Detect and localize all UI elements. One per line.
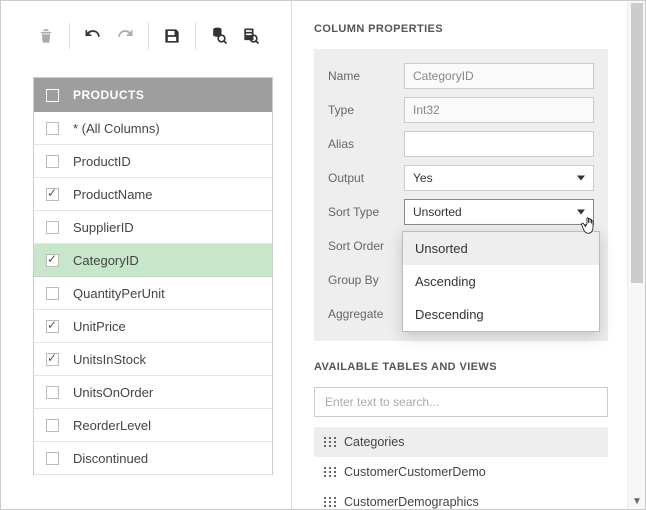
- columns-table: PRODUCTS * (All Columns) ProductID Product…: [33, 77, 273, 475]
- table-icon: [324, 437, 336, 447]
- sort-type-option[interactable]: Descending: [403, 298, 599, 331]
- select-all-checkbox[interactable]: [46, 89, 59, 102]
- column-label: ProductID: [73, 154, 131, 169]
- table-item[interactable]: Categories: [314, 427, 608, 457]
- column-row[interactable]: UnitsInStock: [34, 343, 272, 376]
- redo-button[interactable]: [112, 23, 138, 49]
- vertical-scrollbar[interactable]: ▼: [627, 1, 645, 509]
- column-properties-title: COLUMN PROPERTIES: [314, 23, 608, 35]
- scrollbar-thumb[interactable]: [631, 3, 643, 283]
- save-button[interactable]: [159, 23, 185, 49]
- prop-sort-type-label: Sort Type: [328, 205, 404, 219]
- prop-aggregate-label: Aggregate: [328, 307, 404, 321]
- separator: [148, 23, 149, 49]
- tables-search-input[interactable]: Enter text to search...: [314, 387, 608, 417]
- column-checkbox[interactable]: [46, 419, 59, 432]
- sort-type-option[interactable]: Unsorted: [403, 232, 599, 265]
- prop-sort-type-value: Unsorted: [413, 205, 462, 219]
- results-preview-button[interactable]: [238, 23, 264, 49]
- table-item[interactable]: CustomerCustomerDemo: [314, 457, 608, 487]
- chevron-down-icon: [577, 176, 585, 181]
- columns-header-label: PRODUCTS: [73, 88, 144, 102]
- column-row[interactable]: ProductName: [34, 178, 272, 211]
- separator: [195, 23, 196, 49]
- column-row[interactable]: ReorderLevel: [34, 409, 272, 442]
- column-label: UnitsInStock: [73, 352, 146, 367]
- column-checkbox[interactable]: [46, 386, 59, 399]
- column-row[interactable]: CategoryID: [34, 244, 272, 277]
- sort-type-option[interactable]: Ascending: [403, 265, 599, 298]
- column-checkbox[interactable]: [46, 287, 59, 300]
- column-label: CategoryID: [73, 253, 139, 268]
- column-row[interactable]: SupplierID: [34, 211, 272, 244]
- prop-alias-input[interactable]: [404, 131, 594, 157]
- table-label: CustomerCustomerDemo: [344, 465, 486, 479]
- data-preview-button[interactable]: [206, 23, 232, 49]
- column-label: ReorderLevel: [73, 418, 151, 433]
- prop-sort-order-label: Sort Order: [328, 239, 404, 253]
- columns-header[interactable]: PRODUCTS: [34, 78, 272, 112]
- search-placeholder: Enter text to search...: [325, 395, 439, 409]
- prop-output-label: Output: [328, 171, 404, 185]
- prop-type-value: Int32: [404, 97, 594, 123]
- prop-name-value: CategoryID: [404, 63, 594, 89]
- prop-type-label: Type: [328, 103, 404, 117]
- column-row[interactable]: Discontinued: [34, 442, 272, 475]
- column-checkbox[interactable]: [46, 353, 59, 366]
- table-label: CustomerDemographics: [344, 495, 479, 509]
- column-checkbox[interactable]: [46, 254, 59, 267]
- column-row[interactable]: ProductID: [34, 145, 272, 178]
- column-row[interactable]: QuantityPerUnit: [34, 277, 272, 310]
- column-row[interactable]: UnitsOnOrder: [34, 376, 272, 409]
- prop-output-value: Yes: [413, 171, 433, 185]
- available-tables-title: AVAILABLE TABLES AND VIEWS: [314, 361, 608, 373]
- prop-sort-type-select[interactable]: Unsorted: [404, 199, 594, 225]
- column-checkbox[interactable]: [46, 320, 59, 333]
- column-row[interactable]: * (All Columns): [34, 112, 272, 145]
- column-checkbox[interactable]: [46, 188, 59, 201]
- prop-alias-label: Alias: [328, 137, 404, 151]
- column-label: QuantityPerUnit: [73, 286, 165, 301]
- column-checkbox[interactable]: [46, 221, 59, 234]
- column-label: * (All Columns): [73, 121, 160, 136]
- prop-group-by-label: Group By: [328, 273, 404, 287]
- table-label: Categories: [344, 435, 404, 449]
- table-icon: [324, 497, 336, 507]
- column-checkbox[interactable]: [46, 122, 59, 135]
- toolbar: [33, 19, 273, 53]
- scroll-down-arrow[interactable]: ▼: [628, 493, 646, 509]
- chevron-down-icon: [577, 210, 585, 215]
- table-item[interactable]: CustomerDemographics: [314, 487, 608, 509]
- column-checkbox[interactable]: [46, 155, 59, 168]
- delete-button[interactable]: [33, 23, 59, 49]
- undo-button[interactable]: [80, 23, 106, 49]
- sort-type-dropdown: UnsortedAscendingDescending: [402, 231, 600, 332]
- column-label: UnitPrice: [73, 319, 126, 334]
- separator: [69, 23, 70, 49]
- prop-output-select[interactable]: Yes: [404, 165, 594, 191]
- column-row[interactable]: UnitPrice: [34, 310, 272, 343]
- column-label: Discontinued: [73, 451, 148, 466]
- table-icon: [324, 467, 336, 477]
- column-checkbox[interactable]: [46, 452, 59, 465]
- column-label: SupplierID: [73, 220, 134, 235]
- column-label: ProductName: [73, 187, 152, 202]
- column-label: UnitsOnOrder: [73, 385, 153, 400]
- prop-name-label: Name: [328, 69, 404, 83]
